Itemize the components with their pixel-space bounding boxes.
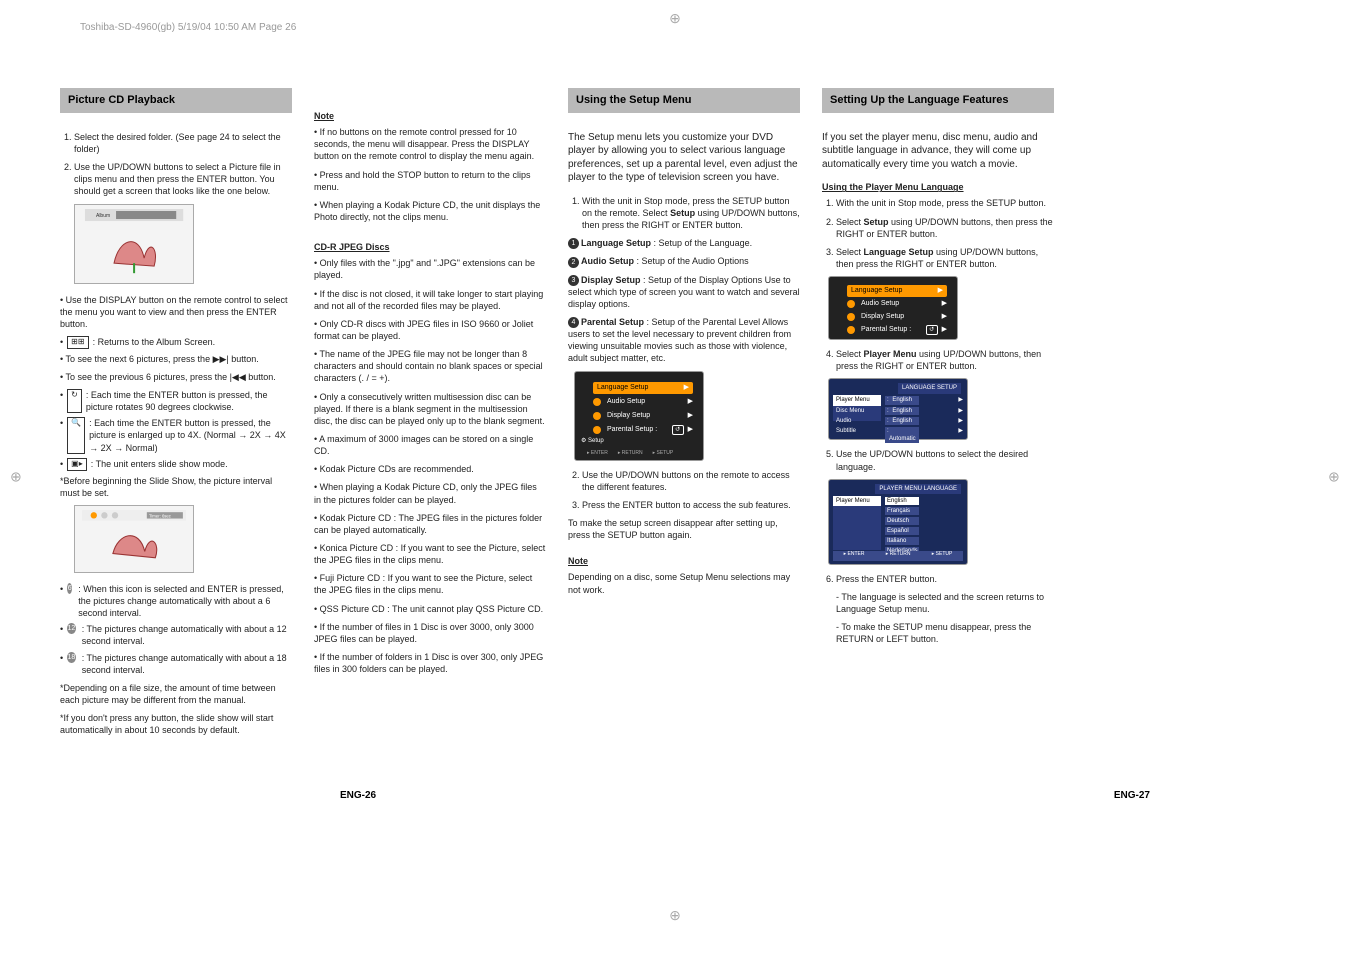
bullet-album: : Returns to the Album Screen. <box>93 336 216 349</box>
opt2-desc: : Setup of the Audio Options <box>634 256 749 266</box>
note-2: • Press and hold the STOP button to retu… <box>314 169 546 193</box>
j13: • If the number of files in 1 Disc is ov… <box>314 621 546 645</box>
crop-mark-right: ⊕ <box>1326 471 1343 483</box>
crop-mark-top: ⊕ <box>669 10 681 27</box>
j12: • QSS Picture CD : The unit cannot play … <box>314 603 546 615</box>
footnote-default: *If you don't press any button, the slid… <box>60 712 292 736</box>
j10: • Konica Picture CD : If you want to see… <box>314 542 546 566</box>
jpeg-header: CD-R JPEG Discs <box>314 241 546 253</box>
lang-setup-thumbnail-1: Language Setup▶ Audio Setup▶ Display Set… <box>828 276 958 340</box>
column-1: Picture CD Playback Select the desired f… <box>60 88 292 742</box>
num-1-icon: 1 <box>568 238 579 249</box>
lang-step-5: Use the UP/DOWN buttons to select the de… <box>836 448 1054 472</box>
j2: • If the disc is not closed, it will tak… <box>314 288 546 312</box>
note-header: Note <box>314 110 546 122</box>
bullet-12s: : The pictures change automatically with… <box>82 623 292 647</box>
print-header: Toshiba-SD-4960(gb) 5/19/04 10:50 AM Pag… <box>80 22 296 33</box>
bullet-zoom: : Each time the ENTER button is pressed,… <box>89 417 292 453</box>
lang-setup-thumbnail-2: LANGUAGE SETUP Player Menu Disc Menu Aud… <box>828 378 968 440</box>
opt3-label: Display Setup <box>581 275 641 285</box>
opt4-label: Parental Setup <box>581 317 644 327</box>
p-dismiss: To make the setup screen disappear after… <box>568 517 800 541</box>
lang-setup-thumbnail-3: PLAYER MENU LANGUAGE Player Menu English… <box>828 479 968 565</box>
svg-text:Timer: 6sec: Timer: 6sec <box>149 514 171 519</box>
j11: • Fuji Picture CD : If you want to see t… <box>314 572 546 596</box>
icon-album: ⊞⊞ <box>67 336 88 349</box>
lang-step-1: With the unit in Stop mode, press the SE… <box>836 197 1054 209</box>
lang-intro: If you set the player menu, disc menu, a… <box>822 131 1054 172</box>
setup-step-3: Press the ENTER button to access the sub… <box>582 499 800 511</box>
album-preview-thumbnail: Album <box>74 204 194 284</box>
opt2-label: Audio Setup <box>581 256 634 266</box>
lang-step-2: Select Setup using UP/DOWN buttons, then… <box>836 216 1054 240</box>
lang-step-6: Press the ENTER button. <box>836 573 1054 585</box>
page-number-left: ENG-26 <box>340 790 376 801</box>
icon-6s: 6 <box>67 583 72 594</box>
j1: • Only files with the ".jpg" and ".JPG" … <box>314 257 546 281</box>
note-header-3: Note <box>568 555 800 567</box>
note-body-3: Depending on a disc, some Setup Menu sel… <box>568 571 800 595</box>
j5: • Only a consecutively written multisess… <box>314 391 546 427</box>
bullet-prev6: • To see the previous 6 pictures, press … <box>60 371 292 383</box>
bullet-rotate: : Each time the ENTER button is pressed,… <box>86 389 292 413</box>
svg-text:Album: Album <box>96 213 110 219</box>
lang-step-3: Select Language Setup using UP/DOWN butt… <box>836 246 1054 270</box>
j4: • The name of the JPEG file may not be l… <box>314 348 546 384</box>
lang-step-6b: - To make the SETUP menu disappear, pres… <box>836 621 1054 645</box>
setup-step-2: Use the UP/DOWN buttons on the remote to… <box>582 469 800 493</box>
column-3: Using the Setup Menu The Setup menu lets… <box>568 88 800 742</box>
column-2: Note • If no buttons on the remote contr… <box>314 88 546 742</box>
bullet-next6: • To see the next 6 pictures, press the … <box>60 353 292 365</box>
section-header-picture-cd: Picture CD Playback <box>60 88 292 113</box>
bullet-slide: : The unit enters slide show mode. <box>91 458 228 471</box>
setup-intro: The Setup menu lets you customize your D… <box>568 131 800 185</box>
j9: • Kodak Picture CD : The JPEG files in t… <box>314 512 546 536</box>
j14: • If the number of folders in 1 Disc is … <box>314 651 546 675</box>
icon-rotate: ↻ <box>67 389 82 413</box>
num-2-icon: 2 <box>568 257 579 268</box>
slideshow-preview-thumbnail: Timer: 6sec <box>74 505 194 573</box>
j8: • When playing a Kodak Picture CD, only … <box>314 481 546 505</box>
num-3-icon: 3 <box>568 275 579 286</box>
icon-zoom: 🔍 <box>67 417 85 453</box>
icon-12s: 12 <box>67 623 76 634</box>
lang-step-6a: - The language is selected and the scree… <box>836 591 1054 615</box>
opt1-label: Language Setup <box>581 238 651 248</box>
step-2: Use the UP/DOWN buttons to select a Pict… <box>74 161 292 197</box>
icon-slideshow: ▣▸ <box>67 458 87 471</box>
setup-step-1: With the unit in Stop mode, press the SE… <box>582 195 800 231</box>
lang-step-4: Select Player Menu using UP/DOWN buttons… <box>836 348 1054 372</box>
step-1: Select the desired folder. (See page 24 … <box>74 131 292 155</box>
j3: • Only CD-R discs with JPEG files in ISO… <box>314 318 546 342</box>
page-number-right: ENG-27 <box>1114 790 1150 801</box>
icon-18s: 18 <box>67 652 76 663</box>
column-4: Setting Up the Language Features If you … <box>822 88 1054 742</box>
crop-mark-bottom: ⊕ <box>669 907 681 924</box>
opt1-desc: : Setup of the Language. <box>651 238 752 248</box>
footnote-filesize: *Depending on a file size, the amount of… <box>60 682 292 706</box>
section-header-setup-menu: Using the Setup Menu <box>568 88 800 113</box>
j6: • A maximum of 3000 images can be stored… <box>314 433 546 457</box>
note-1: • If no buttons on the remote control pr… <box>314 126 546 162</box>
p-display-note: • Use the DISPLAY button on the remote c… <box>60 294 292 330</box>
num-4-icon: 4 <box>568 317 579 328</box>
bullet-6s: : When this icon is selected and ENTER i… <box>78 583 292 619</box>
note-3: • When playing a Kodak Picture CD, the u… <box>314 199 546 223</box>
j7: • Kodak Picture CDs are recommended. <box>314 463 546 475</box>
crop-mark-left: ⊕ <box>7 471 24 483</box>
p-before-slide: *Before beginning the Slide Show, the pi… <box>60 475 292 499</box>
lang-subheader: Using the Player Menu Language <box>822 181 1054 193</box>
bullet-18s: : The pictures change automatically with… <box>82 652 292 676</box>
section-header-language: Setting Up the Language Features <box>822 88 1054 113</box>
setup-menu-thumbnail: Language Setup▶ Audio Setup▶ Display Set… <box>574 371 704 461</box>
